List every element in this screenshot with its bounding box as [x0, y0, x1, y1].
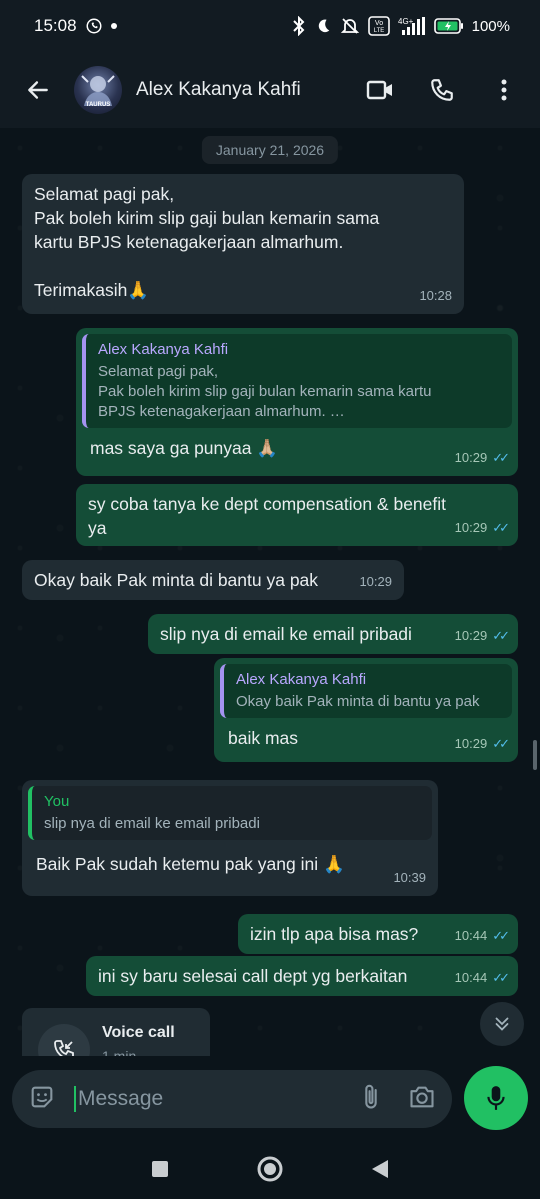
message-time: 10:44 ✓✓	[455, 924, 510, 948]
message-time: 10:28	[419, 288, 452, 303]
more-options-button[interactable]	[486, 72, 522, 108]
system-navigation-bar	[0, 1144, 540, 1199]
svg-text:Vo: Vo	[375, 20, 383, 27]
quoted-message[interactable]: Alex Kakanya Kahfi Okay baik Pak minta d…	[220, 664, 512, 718]
read-ticks-icon: ✓✓	[492, 450, 510, 465]
sticker-icon[interactable]	[28, 1083, 56, 1116]
message-incoming[interactable]: Selamat pagi pak, Pak boleh kirim slip g…	[22, 174, 464, 314]
quoted-message[interactable]: You slip nya di email ke email pribadi	[28, 786, 432, 840]
message-outgoing[interactable]: sy coba tanya ke dept compensation & ben…	[76, 484, 518, 546]
status-time: 15:08	[34, 16, 77, 35]
battery-charging-icon	[433, 17, 464, 35]
scrollbar-handle[interactable]	[533, 740, 537, 770]
quote-sender: You	[44, 793, 70, 810]
read-ticks-icon: ✓✓	[492, 736, 510, 751]
missed-call-icon	[38, 1024, 90, 1056]
arrow-left-icon	[28, 81, 48, 99]
quote-text: Selamat pagi pak, Pak boleh kirim slip g…	[98, 363, 432, 420]
message-incoming[interactable]: Okay baik Pak minta di bantu ya pak 10:2…	[22, 560, 404, 600]
home-circle-icon[interactable]	[256, 1155, 284, 1188]
phone-icon	[431, 79, 453, 101]
svg-text:4G+: 4G+	[398, 17, 414, 26]
camera-icon[interactable]	[408, 1084, 436, 1115]
voice-call-button[interactable]	[424, 72, 460, 108]
message-incoming-reply[interactable]: You slip nya di email ke email pribadi B…	[22, 780, 438, 896]
back-button[interactable]	[18, 70, 58, 110]
message-time: 10:29 ✓✓	[455, 516, 510, 540]
message-time: 10:29 ✓✓	[455, 732, 510, 756]
message-text: sy coba tanya ke dept compensation & ben…	[88, 494, 447, 538]
quote-sender: Alex Kakanya Kahfi	[236, 671, 367, 688]
message-outgoing[interactable]: izin tlp apa bisa mas? 10:44 ✓✓	[238, 914, 518, 954]
read-ticks-icon: ✓✓	[492, 970, 510, 985]
read-ticks-icon: ✓✓	[492, 628, 510, 643]
voice-message-button[interactable]	[464, 1066, 528, 1130]
scroll-to-bottom-button[interactable]	[480, 1002, 524, 1046]
do-not-disturb-moon-icon	[314, 17, 332, 35]
message-composer[interactable]	[12, 1070, 452, 1128]
message-input[interactable]	[78, 1087, 328, 1111]
message-text: mas saya ga punyaa 🙏🏼	[90, 438, 279, 458]
svg-text:TAURUS: TAURUS	[86, 102, 111, 108]
signal-4g-icon: 4G+	[398, 16, 426, 36]
bluetooth-icon	[292, 16, 306, 36]
read-ticks-icon: ✓✓	[492, 928, 510, 943]
text-cursor	[74, 1086, 76, 1112]
status-bar: 15:08 Vo LTE 4G+ 100%	[0, 0, 540, 52]
message-time: 10:44 ✓✓	[455, 966, 510, 990]
whatsapp-notification-icon	[85, 17, 103, 35]
video-camera-icon	[366, 80, 392, 100]
quoted-message[interactable]: Alex Kakanya Kahfi Selamat pagi pak, Pak…	[82, 334, 512, 428]
message-outgoing-reply[interactable]: Alex Kakanya Kahfi Selamat pagi pak, Pak…	[76, 328, 518, 476]
message-text: Baik Pak sudah ketemu pak yang ini 🙏	[36, 854, 345, 874]
message-outgoing[interactable]: slip nya di email ke email pribadi 10:29…	[148, 614, 518, 654]
chat-area[interactable]: January 21, 2026 Selamat pagi pak, Pak b…	[0, 128, 540, 1056]
quote-text: slip nya di email ke email pribadi	[44, 815, 260, 832]
voice-call-duration: 1 min	[102, 1048, 137, 1056]
message-text: ini sy baru selesai call dept yg berkait…	[98, 966, 408, 986]
message-time: 10:29 ✓✓	[455, 624, 510, 648]
battery-percent: 100%	[471, 17, 510, 35]
message-text: Selamat pagi pak, Pak boleh kirim slip g…	[34, 184, 380, 300]
message-time: 10:29 ✓✓	[455, 446, 510, 470]
message-time: 10:29	[359, 574, 392, 589]
back-triangle-icon[interactable]	[370, 1158, 390, 1185]
microphone-icon	[487, 1086, 505, 1110]
voice-call-title: Voice call	[102, 1024, 175, 1041]
paperclip-icon[interactable]	[360, 1083, 382, 1116]
chat-header: TAURUS Alex Kakanya Kahfi	[0, 52, 540, 128]
composer-bar	[0, 1056, 540, 1144]
video-call-button[interactable]	[362, 72, 398, 108]
contact-avatar[interactable]: TAURUS	[74, 66, 122, 114]
quote-sender: Alex Kakanya Kahfi	[98, 341, 229, 358]
message-outgoing-reply[interactable]: Alex Kakanya Kahfi Okay baik Pak minta d…	[214, 658, 518, 762]
mute-bell-icon	[340, 16, 360, 36]
contact-name[interactable]: Alex Kakanya Kahfi	[136, 79, 301, 101]
quote-text: Okay baik Pak minta di bantu ya pak	[236, 693, 480, 710]
date-chip: January 21, 2026	[201, 136, 339, 164]
recents-square-icon[interactable]	[150, 1159, 170, 1184]
message-text: Okay baik Pak minta di bantu ya pak	[34, 570, 319, 590]
svg-text:LTE: LTE	[373, 28, 384, 34]
message-outgoing[interactable]: ini sy baru selesai call dept yg berkait…	[86, 956, 518, 996]
volte-icon: Vo LTE	[367, 16, 390, 36]
double-chevron-down-icon	[495, 1017, 509, 1031]
voice-call-card[interactable]: Voice call 1 min	[22, 1008, 210, 1056]
more-vertical-icon	[501, 79, 507, 101]
message-time: 10:39	[393, 870, 426, 885]
more-notifications-icon	[110, 23, 117, 29]
read-ticks-icon: ✓✓	[492, 520, 510, 535]
